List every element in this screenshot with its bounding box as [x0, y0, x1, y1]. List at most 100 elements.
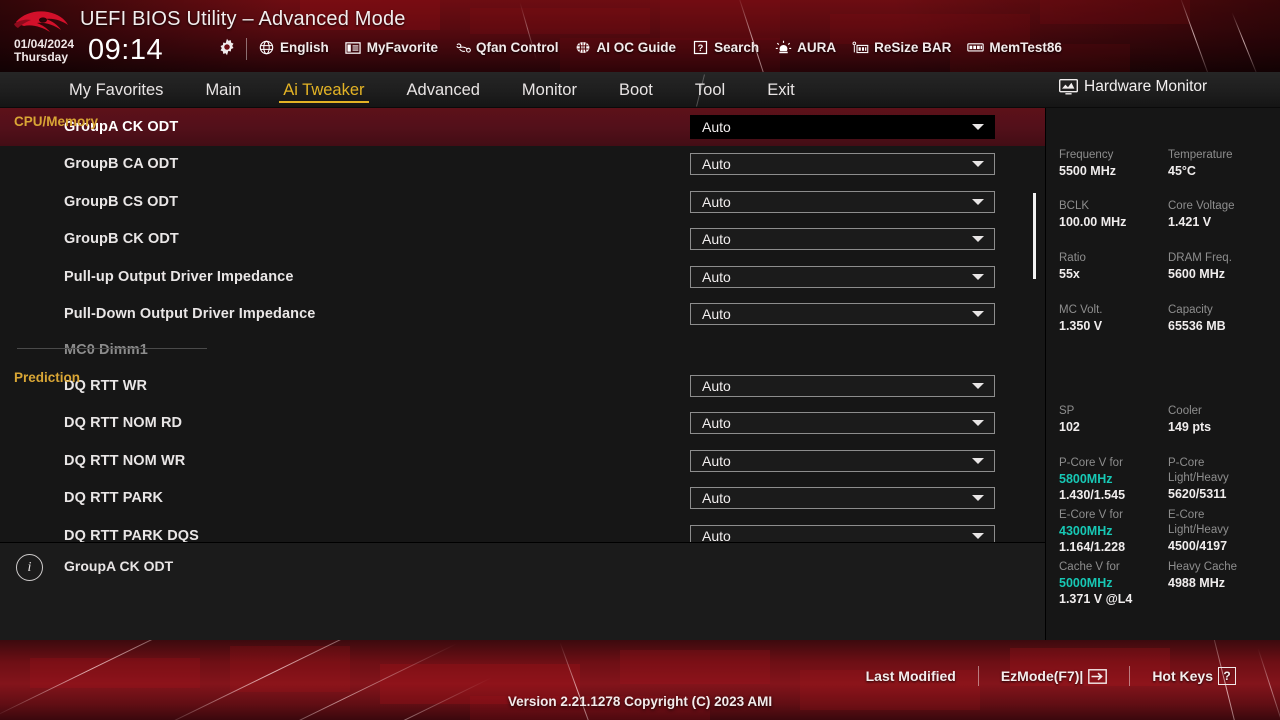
header-item-ai-oc-guide[interactable]: AI OC Guide	[575, 40, 677, 55]
setting-row-dq-rtt-park-dqs[interactable]: DQ RTT PARK DQS Auto	[0, 517, 1045, 542]
header-item-memtest86[interactable]: MemTest86	[967, 40, 1062, 55]
setting-dropdown[interactable]: Auto	[690, 524, 995, 542]
hwm-metric-value: 1.371 V @L4	[1059, 592, 1133, 606]
setting-label: Pull-Down Output Driver Impedance	[64, 306, 316, 323]
header-item-aura[interactable]: AURA	[775, 40, 836, 55]
hwm-metric-key: BCLK	[1059, 200, 1090, 212]
hwm-metric-value: 4988 MHz	[1168, 576, 1225, 590]
hwm-metric-key2: Light/Heavy	[1168, 472, 1229, 484]
tab-boot[interactable]: Boot	[598, 72, 674, 108]
dropdown-value: Auto	[702, 193, 731, 210]
hwm-metric-value: 55x	[1059, 267, 1080, 281]
setting-dropdown[interactable]: Auto	[690, 412, 995, 435]
setting-dropdown[interactable]: Auto	[690, 114, 995, 139]
dropdown-value: Auto	[702, 268, 731, 285]
info-icon: i	[16, 554, 43, 581]
setting-row-pull-down-output-driver-impedance[interactable]: Pull-Down Output Driver Impedance Auto	[0, 296, 1045, 334]
header-item-english[interactable]: English	[258, 40, 329, 55]
header-item-qfan-control[interactable]: Qfan Control	[454, 40, 559, 55]
tab-my-favorites[interactable]: My Favorites	[48, 72, 184, 108]
setting-row-dq-rtt-wr[interactable]: DQ RTT WR Auto	[0, 367, 1045, 405]
header-item-myfavorite[interactable]: MyFavorite	[345, 40, 438, 55]
setting-label: Pull-up Output Driver Impedance	[64, 268, 294, 285]
arrow-exit-icon	[1088, 668, 1108, 684]
setting-dropdown[interactable]: Auto	[690, 153, 995, 176]
tab-tool[interactable]: Tool	[674, 72, 746, 108]
header-item-label: ReSize BAR	[874, 40, 952, 55]
tab-monitor[interactable]: Monitor	[501, 72, 598, 108]
last-modified-label: Last Modified	[865, 668, 956, 684]
setting-dropdown[interactable]: Auto	[690, 449, 995, 472]
hwm-section-prediction: Prediction	[14, 370, 81, 385]
setting-row-pull-up-output-driver-impedance[interactable]: Pull-up Output Driver Impedance Auto	[0, 258, 1045, 296]
ezmode-button[interactable]: EzMode(F7)|	[979, 668, 1129, 684]
svg-text:?: ?	[698, 43, 704, 53]
tab-advanced[interactable]: Advanced	[386, 72, 501, 108]
setting-dropdown[interactable]: Auto	[690, 303, 995, 326]
header-menu: English MyFavorite Qfan Control AI OC Gu…	[258, 40, 1062, 55]
header-bar: UEFI BIOS Utility – Advanced Mode 01/04/…	[0, 0, 1280, 72]
tab-main[interactable]: Main	[184, 72, 262, 108]
setting-dropdown[interactable]: Auto	[690, 228, 995, 251]
setting-row-dq-rtt-park[interactable]: DQ RTT PARK Auto	[0, 480, 1045, 518]
search-question-icon: ?	[692, 40, 709, 55]
favorites-icon	[345, 40, 362, 55]
hwm-metric-core-voltage: Core Voltage 1.421 V	[1168, 199, 1235, 230]
dropdown-value: Auto	[702, 490, 731, 507]
hwm-metric-value: 1.430/1.545	[1059, 488, 1126, 502]
resize-bar-icon	[852, 40, 869, 55]
dropdown-value: Auto	[702, 377, 731, 394]
hwm-metric-key: DRAM Freq.	[1168, 252, 1232, 264]
hwm-metric-ecore-voltage: E-Core V for 4300MHz 1.164/1.228	[1059, 508, 1125, 555]
fan-icon	[454, 40, 471, 55]
hwm-metric-key: Capacity	[1168, 304, 1213, 316]
setting-label: GroupB CK ODT	[64, 231, 179, 248]
hot-keys-button[interactable]: Hot Keys ?	[1130, 667, 1258, 685]
hwm-metric-key: Heavy Cache	[1168, 561, 1238, 573]
question-box-icon: ?	[1218, 667, 1236, 685]
hwm-metric-key: Frequency	[1059, 149, 1114, 161]
setting-row-groupb-cs-odt[interactable]: GroupB CS ODT Auto	[0, 183, 1045, 221]
hwm-metric-frequency: Frequency 5500 MHz	[1059, 148, 1116, 179]
header-item-label: Qfan Control	[476, 40, 559, 55]
ai-oc-icon	[575, 40, 592, 55]
header-item-label: English	[280, 40, 329, 55]
tab-ai-tweaker[interactable]: Ai Tweaker	[262, 72, 385, 108]
version-text: Version 2.21.1278 Copyright (C) 2023 AMI	[507, 694, 773, 709]
hwm-metric-cache-voltage: Cache V for 5000MHz 1.371 V @L4	[1059, 560, 1132, 607]
setting-row-dq-rtt-nom-rd[interactable]: DQ RTT NOM RD Auto	[0, 405, 1045, 443]
settings-scrollbar-track[interactable]	[1033, 110, 1036, 540]
chevron-down-icon	[972, 198, 984, 205]
setting-row-groupb-ca-odt[interactable]: GroupB CA ODT Auto	[0, 146, 1045, 184]
hardware-monitor-title: Hardware Monitor	[1059, 78, 1207, 96]
header-item-label: AI OC Guide	[596, 40, 677, 55]
tab-exit[interactable]: Exit	[746, 72, 816, 108]
info-bar: i GroupA CK ODT	[0, 542, 1045, 640]
hwm-metric-value: 5500 MHz	[1059, 164, 1116, 178]
hwm-metric-temperature: Temperature 45°C	[1168, 148, 1233, 179]
last-modified-button[interactable]: Last Modified	[844, 668, 978, 684]
chevron-down-icon	[972, 420, 984, 427]
setting-dropdown[interactable]: Auto	[690, 487, 995, 510]
hwm-metric-key: MC Volt.	[1059, 304, 1103, 316]
date-display: 01/04/2024 Thursday	[14, 38, 74, 64]
hwm-metric-value: 45°C	[1168, 164, 1196, 178]
hwm-metric-key: Ratio	[1059, 252, 1086, 264]
hwm-metric-value: 1.350 V	[1059, 319, 1103, 333]
header-item-search[interactable]: ? Search	[692, 40, 759, 55]
gear-icon[interactable]	[218, 38, 236, 56]
setting-dropdown[interactable]: Auto	[690, 190, 995, 213]
settings-scrollbar-thumb[interactable]	[1033, 193, 1036, 279]
setting-row-groupb-ck-odt[interactable]: GroupB CK ODT Auto	[0, 221, 1045, 259]
dropdown-value: Auto	[702, 527, 731, 542]
ezmode-label: EzMode(F7)|	[1000, 668, 1084, 684]
header-divider	[246, 38, 247, 60]
setting-dropdown[interactable]: Auto	[690, 374, 995, 397]
setting-dropdown[interactable]: Auto	[690, 265, 995, 288]
setting-row-groupa-ck-odt[interactable]: GroupA CK ODT Auto	[0, 108, 1045, 146]
hwm-metric-value: 5620/5311	[1168, 487, 1227, 501]
setting-row-dq-rtt-nom-wr[interactable]: DQ RTT NOM WR Auto	[0, 442, 1045, 480]
hwm-metric-key: Cache V for	[1059, 561, 1120, 573]
header-item-resize-bar[interactable]: ReSize BAR	[852, 40, 951, 55]
settings-list-viewport: GroupA CK ODT Auto GroupB CA ODT Auto Gr…	[0, 108, 1045, 542]
